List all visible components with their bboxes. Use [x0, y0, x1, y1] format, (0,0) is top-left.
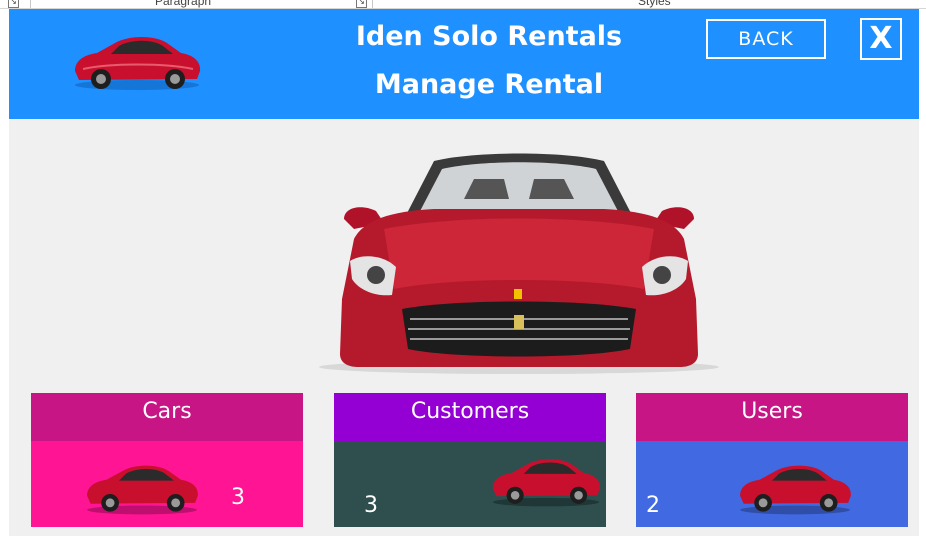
tile-cars-count: 3: [231, 485, 245, 510]
tile-cars-label: Cars: [142, 399, 192, 424]
app-window: Iden Solo Rentals Manage Rental BACK X C…: [9, 9, 919, 536]
tile-users-count: 2: [646, 493, 660, 518]
car-logo-icon: [69, 25, 205, 99]
ribbon-separator: [30, 0, 31, 8]
dialog-launcher-icon[interactable]: ↘: [356, 0, 367, 8]
car-icon: [486, 449, 606, 513]
ribbon-separator: [372, 0, 373, 8]
tile-customers-header: Customers: [334, 393, 606, 441]
back-button[interactable]: BACK: [706, 19, 826, 59]
tile-customers-count: 3: [364, 493, 378, 518]
ribbon-group-paragraph-label: Paragraph: [155, 0, 212, 8]
tile-users[interactable]: Users 2: [636, 393, 908, 527]
tile-customers[interactable]: Customers 3: [334, 393, 606, 527]
page-title: Manage Rental: [374, 69, 604, 100]
car-icon: [730, 455, 860, 521]
tile-users-header: Users: [636, 393, 908, 441]
dialog-launcher-icon[interactable]: ↘: [8, 0, 19, 8]
tile-customers-label: Customers: [410, 399, 530, 424]
header-bar: Iden Solo Rentals Manage Rental BACK X: [9, 9, 919, 119]
close-button[interactable]: X: [860, 18, 902, 60]
app-title: Iden Solo Rentals: [355, 21, 623, 52]
car-icon: [77, 455, 207, 521]
ribbon-group-styles-label: Styles: [638, 0, 671, 8]
tile-users-body: 2: [636, 441, 908, 527]
tile-customers-body: 3: [334, 441, 606, 527]
tile-cars[interactable]: Cars 3: [31, 393, 303, 527]
tile-users-label: Users: [741, 399, 803, 424]
tile-cars-body: 3: [31, 441, 303, 527]
tile-cars-header: Cars: [31, 393, 303, 441]
word-ribbon-strip: ↘ Paragraph ↘ Styles: [0, 0, 926, 9]
hero-car-image: [314, 149, 724, 378]
